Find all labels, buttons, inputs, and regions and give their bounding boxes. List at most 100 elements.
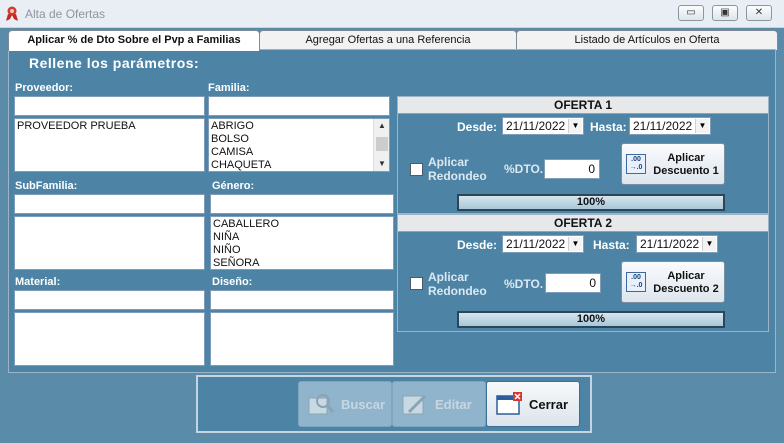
scroll-thumb[interactable] xyxy=(376,137,388,151)
aplicar-descuento-2-button[interactable]: .00 →.0 Aplicar Descuento 2 xyxy=(621,261,725,303)
oferta-2-redondeo-label: Aplicar Redondeo xyxy=(428,270,487,298)
magnifier-icon xyxy=(308,394,335,415)
editar-label: Editar xyxy=(435,397,472,412)
date-value: 21/11/2022 xyxy=(640,237,700,251)
buscar-label: Buscar xyxy=(341,397,386,412)
button-label: Aplicar Descuento 1 xyxy=(650,152,722,178)
oferta-2-hasta-date[interactable]: 21/11/2022 ▼ xyxy=(636,235,718,253)
list-item[interactable]: CHAQUETA xyxy=(211,159,387,171)
chevron-down-icon[interactable]: ▼ xyxy=(568,119,582,133)
redondeo-line-1: Aplicar xyxy=(428,270,469,284)
proveedor-input[interactable] xyxy=(14,96,205,116)
chevron-down-icon[interactable]: ▼ xyxy=(695,119,709,133)
oferta-1-desde-date[interactable]: 21/11/2022 ▼ xyxy=(502,117,584,135)
oferta-2-dto-input[interactable]: 0 xyxy=(545,273,601,293)
tab-listado-articulos-oferta[interactable]: Listado de Artículos en Oferta xyxy=(516,30,778,50)
action-button-bar: Buscar Editar Cerrar xyxy=(196,375,592,433)
oferta-1-dto-label: %DTO. xyxy=(504,162,544,176)
material-input[interactable] xyxy=(14,290,205,310)
date-value: 21/11/2022 xyxy=(633,119,693,133)
list-item[interactable]: CAMISA xyxy=(211,146,387,159)
oferta-1-redondeo-label: Aplicar Redondeo xyxy=(428,155,487,183)
material-label: Material: xyxy=(15,276,61,288)
aplicar-descuento-1-button[interactable]: .00 →.0 Aplicar Descuento 1 xyxy=(621,143,725,185)
subfamilia-input[interactable] xyxy=(14,194,205,214)
buscar-button[interactable]: Buscar xyxy=(298,381,392,427)
oferta-2-hasta-label: Hasta: xyxy=(593,238,630,252)
button-line-1: Aplicar xyxy=(667,270,705,282)
oferta-2-title: OFERTA 2 xyxy=(398,215,768,232)
list-item[interactable]: SEÑORA xyxy=(213,257,391,269)
oferta-1-redondeo-checkbox[interactable] xyxy=(410,163,423,176)
proveedor-label: Proveedor: xyxy=(15,82,74,94)
title-bar: Alta de Ofertas ▭ ▣ ✕ xyxy=(0,0,784,28)
list-item[interactable]: BOLSO xyxy=(211,133,387,146)
form-header: Rellene los parámetros: xyxy=(29,55,200,71)
close-icon: ✕ xyxy=(754,7,764,18)
chevron-down-icon[interactable]: ▼ xyxy=(702,237,716,251)
tab-aplicar-dto-familias[interactable]: Aplicar % de Dto Sobre el Pvp a Familias xyxy=(8,30,260,51)
oferta-2-group: OFERTA 2 Desde: 21/11/2022 ▼ Hasta: 21/11… xyxy=(397,214,769,332)
date-value: 21/11/2022 xyxy=(506,237,566,251)
subfamilia-list[interactable] xyxy=(14,216,205,270)
pencil-icon xyxy=(402,394,427,415)
diseno-label: Diseño: xyxy=(212,276,253,288)
minimize-icon: ▭ xyxy=(686,7,696,18)
oferta-2-desde-label: Desde: xyxy=(457,238,498,252)
maximize-icon: ▣ xyxy=(720,7,730,18)
genero-list[interactable]: CABALLERO NIÑA NIÑO SEÑORA xyxy=(210,216,394,270)
oferta-2-dto-label: %DTO. xyxy=(504,277,544,291)
cerrar-button[interactable]: Cerrar xyxy=(486,381,580,427)
oferta-2-progress-bar: 100% xyxy=(457,311,725,328)
oferta-1-title: OFERTA 1 xyxy=(398,97,768,114)
button-line-1: Aplicar xyxy=(667,152,705,164)
subfamilia-label: SubFamilia: xyxy=(15,180,78,192)
button-line-2: Descuento 1 xyxy=(653,165,719,177)
familia-label: Familia: xyxy=(208,82,250,94)
list-item[interactable]: NIÑO xyxy=(213,244,391,257)
redondeo-line-2: Redondeo xyxy=(428,284,487,298)
chevron-down-icon[interactable]: ▼ xyxy=(568,237,582,251)
redondeo-line-2: Redondeo xyxy=(428,169,487,183)
window-close-icon xyxy=(496,392,522,415)
genero-input[interactable] xyxy=(210,194,394,214)
scroll-down-icon[interactable]: ▼ xyxy=(377,159,387,169)
list-item[interactable]: PROVEEDOR PRUEBA xyxy=(17,120,202,133)
proveedor-list[interactable]: PROVEEDOR PRUEBA xyxy=(14,118,205,172)
maximize-button[interactable]: ▣ xyxy=(712,5,738,21)
oferta-1-progress-bar: 100% xyxy=(457,194,725,211)
button-label: Aplicar Descuento 2 xyxy=(650,270,722,296)
list-item[interactable]: ABRIGO xyxy=(211,120,387,133)
oferta-1-desde-label: Desde: xyxy=(457,120,498,134)
progress-text: 100% xyxy=(576,196,606,208)
button-line-2: Descuento 2 xyxy=(653,283,719,295)
editar-button[interactable]: Editar xyxy=(392,381,486,427)
oferta-1-hasta-date[interactable]: 21/11/2022 ▼ xyxy=(629,117,711,135)
tab-agregar-ofertas-referencia[interactable]: Agregar Ofertas a una Referencia xyxy=(259,30,517,50)
oferta-1-dto-input[interactable]: 0 xyxy=(544,159,600,179)
material-list[interactable] xyxy=(14,312,205,366)
diseno-input[interactable] xyxy=(210,290,394,310)
oferta-2-desde-date[interactable]: 21/11/2022 ▼ xyxy=(502,235,584,253)
familia-scrollbar[interactable]: ▲ ▼ xyxy=(373,119,389,171)
progress-text: 100% xyxy=(576,313,606,325)
tab-panel: Rellene los parámetros: Proveedor: PROVE… xyxy=(8,49,776,373)
redondeo-line-1: Aplicar xyxy=(428,155,469,169)
tab-strip: Aplicar % de Dto Sobre el Pvp a Familias… xyxy=(8,30,778,51)
date-value: 21/11/2022 xyxy=(506,119,566,133)
scroll-up-icon[interactable]: ▲ xyxy=(377,121,387,131)
calculator-icon: .00 →.0 xyxy=(626,272,646,292)
ribbon-icon xyxy=(6,6,18,21)
diseno-list[interactable] xyxy=(210,312,394,366)
genero-label: Género: xyxy=(212,180,255,192)
oferta-1-hasta-label: Hasta: xyxy=(590,120,627,134)
close-button[interactable]: ✕ xyxy=(746,5,772,21)
list-item[interactable]: CABALLERO xyxy=(213,218,391,231)
familia-list[interactable]: ABRIGO BOLSO CAMISA CHAQUETA ▲ ▼ xyxy=(208,118,390,172)
oferta-2-redondeo-checkbox[interactable] xyxy=(410,277,423,290)
familia-input[interactable] xyxy=(208,96,390,116)
list-item[interactable]: NIÑA xyxy=(213,231,391,244)
minimize-button[interactable]: ▭ xyxy=(678,5,704,21)
window-title: Alta de Ofertas xyxy=(25,7,106,21)
cerrar-label: Cerrar xyxy=(529,397,569,412)
